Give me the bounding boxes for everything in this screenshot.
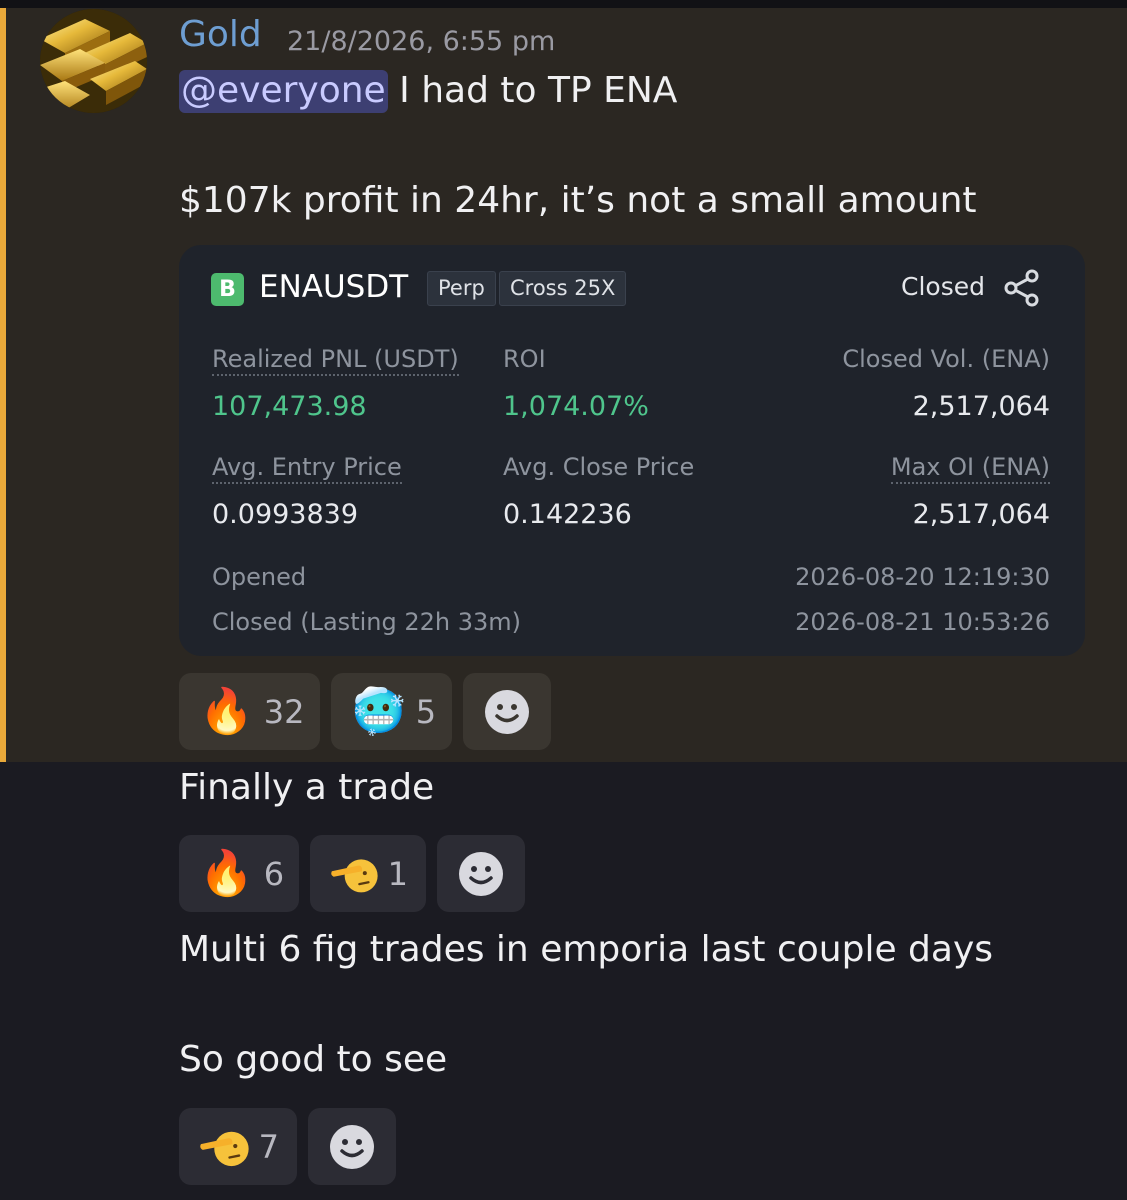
avg-entry-value: 0.0993839 <box>212 499 359 530</box>
message-timestamp: 21/8/2026, 6:55 pm <box>287 26 556 57</box>
closed-vol-label: Closed Vol. (ENA) <box>842 345 1050 373</box>
message-line-2: $107k profit in 24hr, it’s not a small a… <box>179 180 977 221</box>
top-edge <box>0 0 1127 8</box>
reaction-salute[interactable]: 1 <box>310 835 426 912</box>
reaction-bar-1: 🔥 32 🥶 5 <box>179 673 551 750</box>
avatar[interactable] <box>40 9 147 113</box>
roi-label: ROI <box>503 345 546 373</box>
margin-tag: Cross 25X <box>499 271 627 306</box>
closed-value: 2026-08-21 10:53:26 <box>795 608 1050 636</box>
trade-card[interactable]: B ENAUSDT Perp Cross 25X Closed Realized… <box>179 245 1085 656</box>
add-reaction-smiley-icon <box>485 689 529 734</box>
add-reaction-smiley-icon <box>459 851 503 896</box>
reaction-count: 6 <box>263 854 285 893</box>
opened-value: 2026-08-20 12:19:30 <box>795 563 1050 591</box>
avg-close-value: 0.142236 <box>503 499 632 530</box>
reaction-fire[interactable]: 🔥 6 <box>179 835 299 912</box>
roi-value: 1,074.07% <box>503 391 649 422</box>
reaction-bar-3: 7 <box>179 1108 396 1185</box>
share-icon[interactable] <box>1003 269 1041 307</box>
reaction-count: 5 <box>415 692 437 731</box>
reaction-count: 1 <box>387 854 408 893</box>
trade-status: Closed <box>901 272 985 301</box>
reaction-bar-2: 🔥 6 1 <box>179 835 525 912</box>
max-oi-label[interactable]: Max OI (ENA) <box>890 453 1050 484</box>
reaction-cold-face[interactable]: 🥶 5 <box>331 673 452 750</box>
trade-symbol: ENAUSDT <box>259 269 409 305</box>
mention-highlight-bar <box>0 8 6 762</box>
message-text-1: I had to TP ENA <box>387 70 678 111</box>
followup-message-2: Multi 6 fig trades in emporia last coupl… <box>179 929 994 970</box>
chat-screen: Gold 21/8/2026, 6:55 pm @everyone I had … <box>0 0 1127 1200</box>
everyone-mention[interactable]: @everyone <box>179 70 388 113</box>
add-reaction-button[interactable] <box>437 835 525 912</box>
cold-face-emoji-icon: 🥶 <box>351 685 406 737</box>
avg-close-label: Avg. Close Price <box>503 453 695 481</box>
add-reaction-button[interactable] <box>463 673 551 750</box>
opened-label: Opened <box>212 563 307 591</box>
add-reaction-button[interactable] <box>308 1108 396 1185</box>
saluting-face-emoji-icon <box>200 1131 249 1166</box>
author-name[interactable]: Gold <box>179 14 262 55</box>
gold-bars-avatar-icon <box>40 9 147 113</box>
closed-label: Closed (Lasting 22h 33m) <box>212 608 521 636</box>
realized-pnl-label[interactable]: Realized PNL (USDT) <box>212 345 459 376</box>
perp-tag: Perp <box>427 271 496 306</box>
add-reaction-smiley-icon <box>330 1124 374 1169</box>
avg-entry-label[interactable]: Avg. Entry Price <box>212 453 402 484</box>
followup-message-3: So good to see <box>179 1039 448 1080</box>
message-line-1: @everyone I had to TP ENA <box>179 70 678 113</box>
fire-emoji-icon: 🔥 <box>199 685 254 737</box>
reaction-salute[interactable]: 7 <box>179 1108 297 1185</box>
max-oi-value: 2,517,064 <box>912 499 1050 530</box>
reaction-count: 32 <box>263 692 305 731</box>
followup-message-1: Finally a trade <box>179 767 435 808</box>
reaction-fire[interactable]: 🔥 32 <box>179 673 320 750</box>
exchange-logo-icon: B <box>211 273 244 306</box>
fire-emoji-icon: 🔥 <box>199 847 254 899</box>
saluting-face-emoji-icon <box>331 858 378 892</box>
reaction-count: 7 <box>258 1127 279 1166</box>
realized-pnl-value: 107,473.98 <box>212 391 367 422</box>
closed-vol-value: 2,517,064 <box>912 391 1050 422</box>
